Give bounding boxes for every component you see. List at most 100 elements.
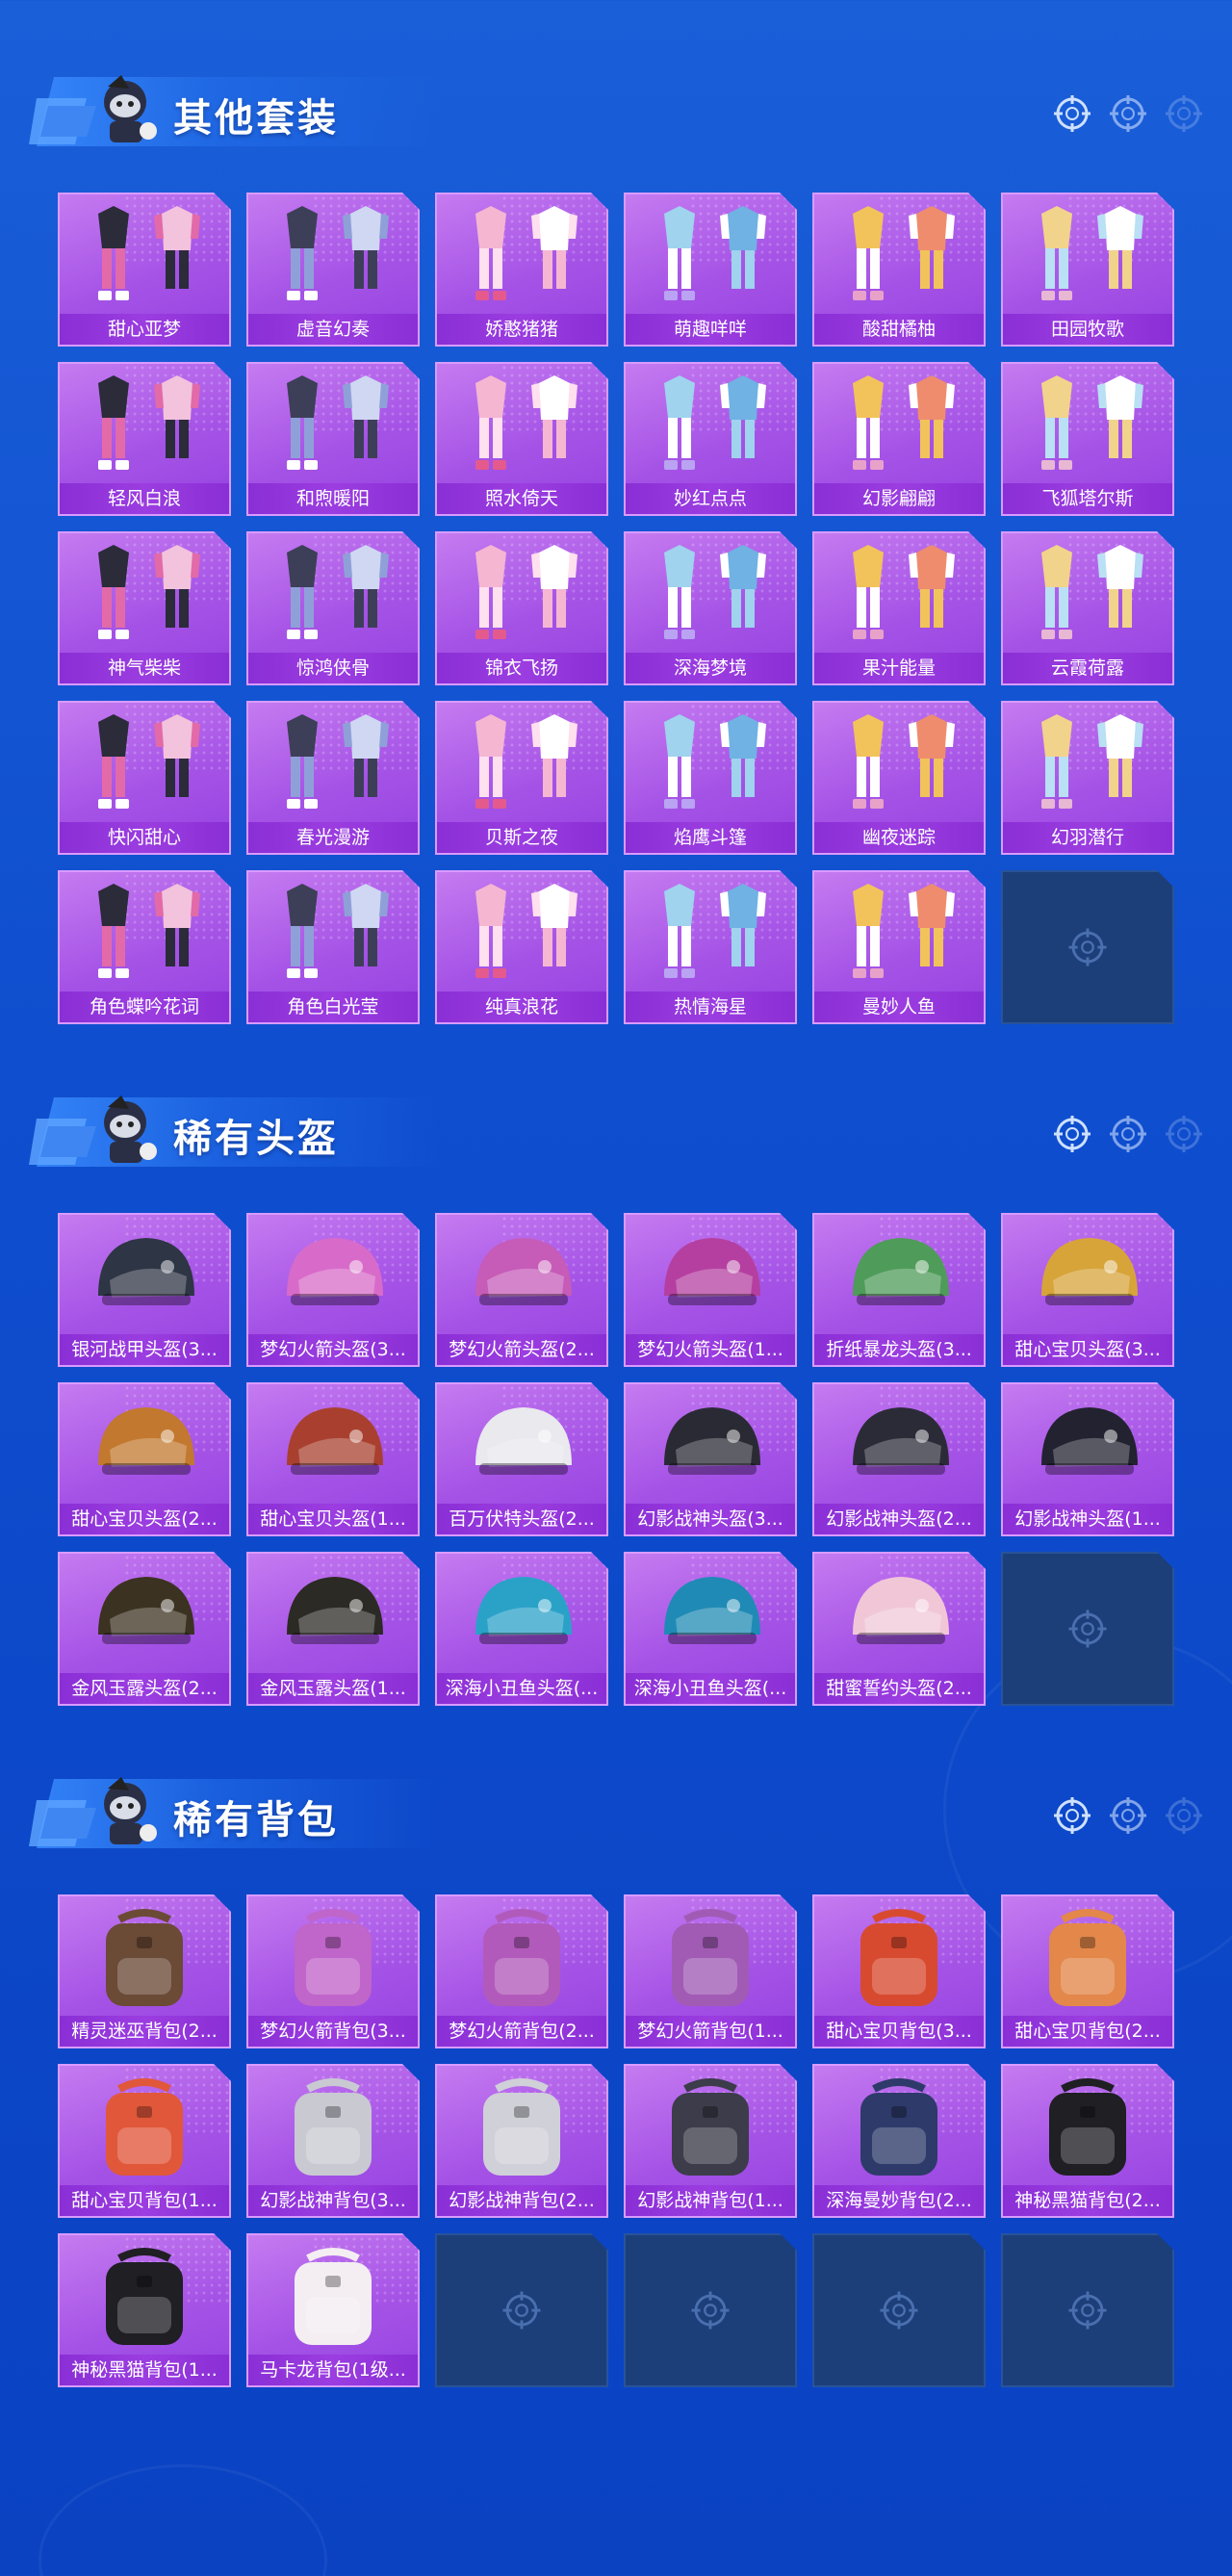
section-helmets: 稀有头盔 银河战甲头盔(3... 梦幻火箭头盔(3... 梦幻火箭头盔(2...…: [0, 1059, 1232, 1733]
outfit-item-card[interactable]: 焰鹰斗篷: [624, 701, 797, 855]
backpack-item-card[interactable]: 幻影战神背包(2...: [435, 2064, 608, 2218]
backpack-item-card[interactable]: 神秘黑猫背包(1...: [58, 2233, 231, 2387]
outfit-item-card[interactable]: 热情海星: [624, 870, 797, 1024]
helmet-item-card[interactable]: 百万伏特头盔(2...: [435, 1382, 608, 1536]
helmet-item-card[interactable]: 折纸暴龙头盔(3...: [812, 1213, 986, 1367]
outfit-item-card[interactable]: 曼妙人鱼: [812, 870, 986, 1024]
helmet-item-card[interactable]: 梦幻火箭头盔(3...: [246, 1213, 420, 1367]
helmet-item-card[interactable]: 梦幻火箭头盔(1...: [624, 1213, 797, 1367]
outfit-item-card[interactable]: 萌趣咩咩: [624, 193, 797, 347]
item-name-label: 折纸暴龙头盔(3...: [814, 1334, 984, 1365]
outfit-item-card[interactable]: 娇憨猪猪: [435, 193, 608, 347]
backpack-item-card[interactable]: 梦幻火箭背包(3...: [246, 1894, 420, 2048]
crosshair-icon: [1110, 1116, 1146, 1152]
outfit-preview-icon: [626, 708, 795, 822]
item-name-label: 神秘黑猫背包(1...: [60, 2355, 229, 2385]
outfit-item-card[interactable]: 惊鸿侠骨: [246, 531, 420, 685]
item-name-label: 梦幻火箭背包(1...: [626, 2016, 795, 2047]
outfit-item-card[interactable]: 角色白光莹: [246, 870, 420, 1024]
backpack-item-card[interactable]: 幻影战神背包(1...: [624, 2064, 797, 2218]
backpack-item-card[interactable]: 甜心宝贝背包(1...: [58, 2064, 231, 2218]
outfit-item-card[interactable]: 锦衣飞扬: [435, 531, 608, 685]
backpack-item-card[interactable]: 马卡龙背包(1级...: [246, 2233, 420, 2387]
outfit-item-card[interactable]: 妙红点点: [624, 362, 797, 516]
backpack-preview-icon: [626, 2072, 795, 2185]
item-name-label: 梦幻火箭背包(3...: [248, 2016, 418, 2047]
item-name-label: 深海梦境: [626, 653, 795, 683]
outfit-item-card[interactable]: 角色蝶吟花词: [58, 870, 231, 1024]
item-name-label: 田园牧歌: [1003, 314, 1172, 345]
outfit-preview-icon: [626, 539, 795, 653]
section-title: 其他套装: [173, 96, 339, 141]
item-name-label: 甜心宝贝头盔(2...: [60, 1504, 229, 1534]
item-name-label: 娇憨猪猪: [437, 314, 606, 345]
helmet-item-card[interactable]: 深海小丑鱼头盔(...: [435, 1552, 608, 1706]
helmet-item-card[interactable]: 金风玉露头盔(1...: [246, 1552, 420, 1706]
outfit-item-card[interactable]: 甜心亚梦: [58, 193, 231, 347]
outfit-preview-icon: [814, 200, 984, 314]
section-header: 其他套装: [29, 39, 1203, 154]
outfit-item-card[interactable]: 照水倚天: [435, 362, 608, 516]
outfit-item-card[interactable]: 酸甜橘柚: [812, 193, 986, 347]
outfit-item-card[interactable]: 果汁能量: [812, 531, 986, 685]
crosshair-icon: [1110, 95, 1146, 132]
outfit-item-card[interactable]: 贝斯之夜: [435, 701, 608, 855]
outfit-preview-icon: [60, 200, 229, 314]
backpack-item-card[interactable]: 梦幻火箭背包(2...: [435, 1894, 608, 2048]
outfit-preview-icon: [814, 370, 984, 483]
outfit-item-card[interactable]: 神气柴柴: [58, 531, 231, 685]
outfit-item-card[interactable]: 和煦暖阳: [246, 362, 420, 516]
backpack-preview-icon: [60, 1902, 229, 2016]
backpack-item-card[interactable]: 精灵迷巫背包(2...: [58, 1894, 231, 2048]
outfit-preview-icon: [60, 878, 229, 992]
helmet-item-card[interactable]: 甜心宝贝头盔(2...: [58, 1382, 231, 1536]
backpack-grid: 精灵迷巫背包(2... 梦幻火箭背包(3... 梦幻火箭背包(2... 梦幻火箭…: [58, 1894, 1174, 2387]
outfit-preview-icon: [626, 200, 795, 314]
backpack-item-card[interactable]: 神秘黑猫背包(2...: [1001, 2064, 1174, 2218]
helmet-item-card[interactable]: 幻影战神头盔(2...: [812, 1382, 986, 1536]
outfit-item-card[interactable]: 春光漫游: [246, 701, 420, 855]
empty-slot: [624, 2233, 797, 2387]
helmet-preview-icon: [437, 1559, 606, 1673]
section-title: 稀有背包: [173, 1798, 339, 1842]
outfit-preview-icon: [60, 370, 229, 483]
item-name-label: 萌趣咩咩: [626, 314, 795, 345]
item-name-label: 轻风白浪: [60, 483, 229, 514]
helmet-item-card[interactable]: 甜心宝贝头盔(3...: [1001, 1213, 1174, 1367]
backpack-item-card[interactable]: 甜心宝贝背包(2...: [1001, 1894, 1174, 2048]
empty-slot: [1001, 1552, 1174, 1706]
outfit-item-card[interactable]: 田园牧歌: [1001, 193, 1174, 347]
section-outfits: 其他套装 甜心亚梦 虚音幻奏 娇憨猪猪 萌趣咩咩 酸甜橘柚 田园牧歌 轻风白浪 …: [0, 39, 1232, 1040]
outfit-item-card[interactable]: 幻羽潜行: [1001, 701, 1174, 855]
outfit-item-card[interactable]: 快闪甜心: [58, 701, 231, 855]
crosshair-icon: [1166, 95, 1202, 132]
helmet-item-card[interactable]: 甜心宝贝头盔(1...: [246, 1382, 420, 1536]
helmet-item-card[interactable]: 幻影战神头盔(3...: [624, 1382, 797, 1536]
outfit-item-card[interactable]: 虚音幻奏: [246, 193, 420, 347]
item-name-label: 贝斯之夜: [437, 822, 606, 853]
outfit-item-card[interactable]: 幽夜迷踪: [812, 701, 986, 855]
helmet-item-card[interactable]: 银河战甲头盔(3...: [58, 1213, 231, 1367]
outfit-item-card[interactable]: 飞狐塔尔斯: [1001, 362, 1174, 516]
outfit-item-card[interactable]: 纯真浪花: [435, 870, 608, 1024]
backpack-item-card[interactable]: 深海曼妙背包(2...: [812, 2064, 986, 2218]
helmet-item-card[interactable]: 幻影战神头盔(1...: [1001, 1382, 1174, 1536]
backpack-item-card[interactable]: 梦幻火箭背包(1...: [624, 1894, 797, 2048]
empty-slot: [1001, 2233, 1174, 2387]
crosshair-icon: [1166, 1116, 1202, 1152]
backpack-item-card[interactable]: 甜心宝贝背包(3...: [812, 1894, 986, 2048]
backpack-preview-icon: [1003, 1902, 1172, 2016]
outfit-item-card[interactable]: 轻风白浪: [58, 362, 231, 516]
outfit-preview-icon: [60, 708, 229, 822]
outfit-item-card[interactable]: 深海梦境: [624, 531, 797, 685]
outfit-preview-icon: [1003, 200, 1172, 314]
outfit-item-card[interactable]: 幻影翩翩: [812, 362, 986, 516]
backpack-item-card[interactable]: 幻影战神背包(3...: [246, 2064, 420, 2218]
crosshair-icon: [1110, 1797, 1146, 1834]
helmet-item-card[interactable]: 甜蜜誓约头盔(2...: [812, 1552, 986, 1706]
helmet-item-card[interactable]: 深海小丑鱼头盔(...: [624, 1552, 797, 1706]
outfit-item-card[interactable]: 云霞荷露: [1001, 531, 1174, 685]
helmet-item-card[interactable]: 梦幻火箭头盔(2...: [435, 1213, 608, 1367]
helmet-item-card[interactable]: 金风玉露头盔(2...: [58, 1552, 231, 1706]
backpack-preview-icon: [626, 1902, 795, 2016]
